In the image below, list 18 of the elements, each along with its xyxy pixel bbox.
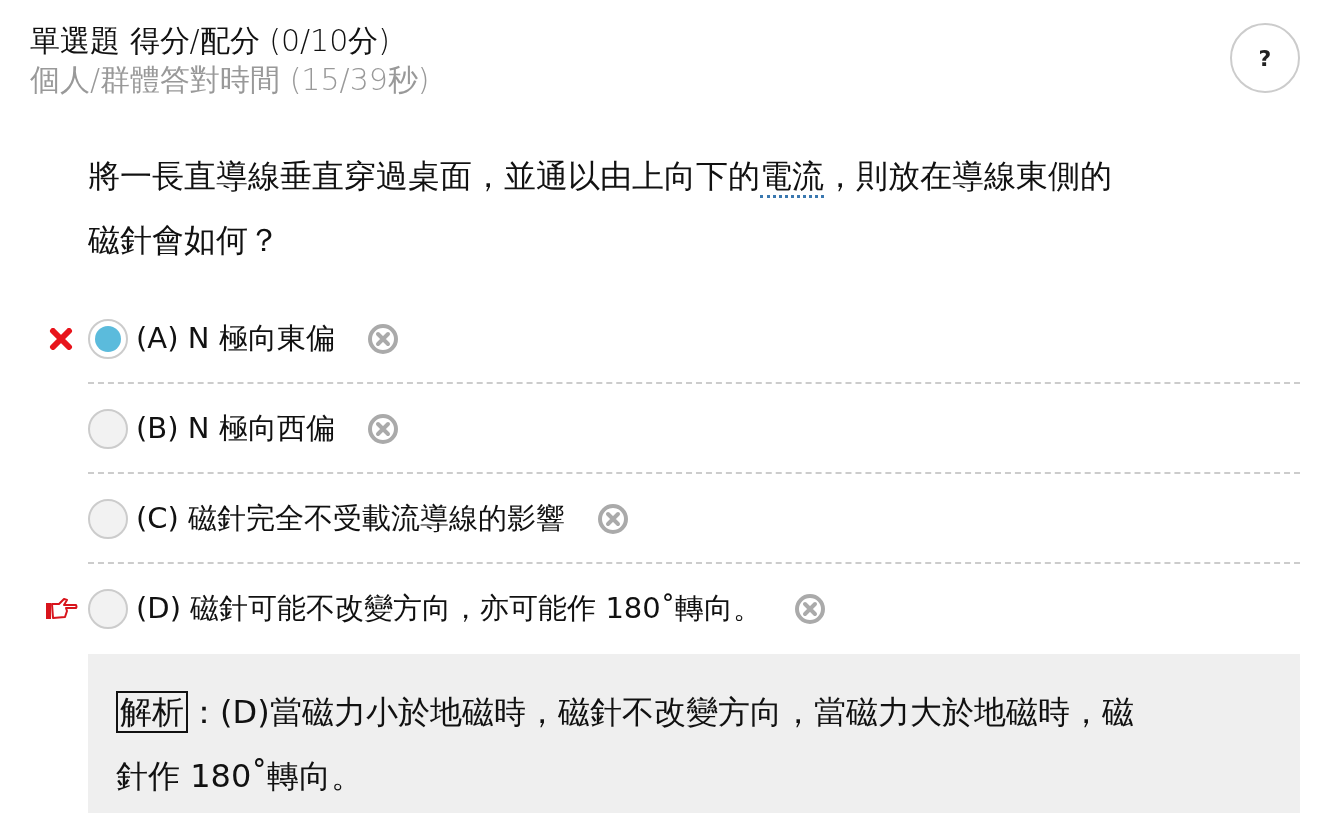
option-label[interactable]: (C) 磁針完全不受載流導線的影響: [136, 499, 566, 539]
radio-button[interactable]: [88, 409, 128, 449]
radio-button[interactable]: [88, 319, 128, 359]
answer-time: 個人/群體答對時間 (15/39秒): [30, 61, 430, 99]
help-button[interactable]: ?: [1230, 23, 1300, 93]
radio-button[interactable]: [88, 589, 128, 629]
radio-button[interactable]: [88, 499, 128, 539]
eliminate-icon[interactable]: [366, 323, 399, 355]
question-text: 將一長直導線垂直穿過桌面，並通以由上向下的電流，則放在導線東側的磁針會如何？: [88, 156, 1113, 261]
eliminate-icon[interactable]: [366, 413, 399, 445]
explanation-text: 解析：(D)當磁力小於地磁時，磁針不改變方向，當磁力大於地磁時，磁針作 180˚轉向。: [116, 690, 1135, 797]
option-label[interactable]: (D) 磁針可能不改變方向，亦可能作 180˚轉向。: [136, 589, 763, 629]
eliminate-icon[interactable]: [597, 503, 630, 535]
eliminate-icon[interactable]: [794, 593, 827, 625]
score-title: 單選題 得分/配分 (0/10分): [30, 22, 391, 60]
option-label[interactable]: (A) N 極向東偏: [136, 319, 335, 359]
glossary-link[interactable]: 電流: [760, 157, 824, 198]
option-label[interactable]: (B) N 極向西偏: [136, 409, 335, 449]
